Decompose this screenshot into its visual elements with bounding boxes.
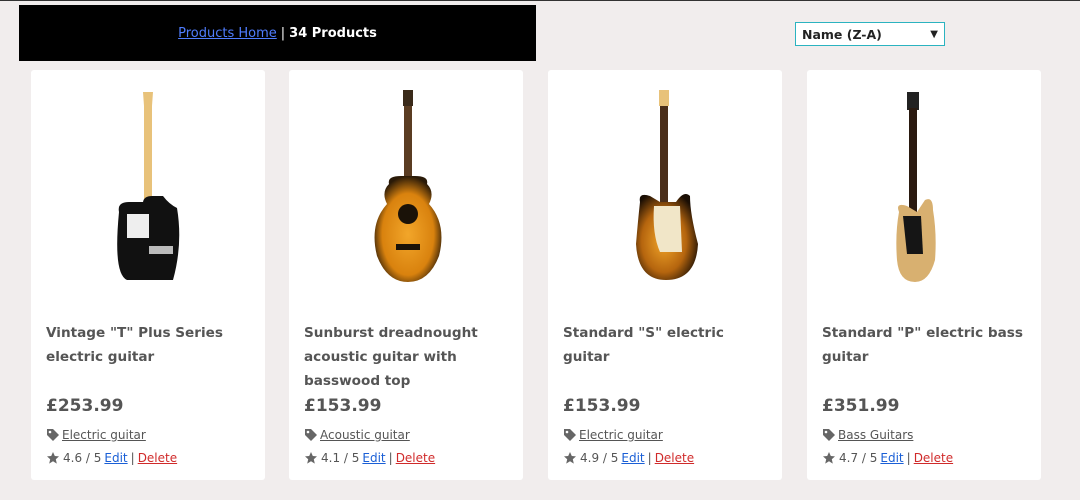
sort-select[interactable]: Name (Z-A) ▼ [795,22,945,46]
product-title: Standard "S" electric guitar [563,325,724,365]
product-rating: 4.6 / 5 [63,451,102,465]
product-meta: 4.1 / 5 Edit | Delete [304,451,435,465]
product-image[interactable] [807,84,1041,284]
star-icon [305,452,317,464]
product-category: Acoustic guitar [304,428,410,442]
star-icon [47,452,59,464]
product-image[interactable] [289,84,523,284]
category-link[interactable]: Electric guitar [579,428,663,442]
product-price: £253.99 [46,396,124,416]
edit-link[interactable]: Edit [362,451,385,465]
product-category: Electric guitar [46,428,146,442]
product-title: Vintage "T" Plus Series electric guitar [46,325,223,365]
star-icon [823,452,835,464]
product-meta: 4.7 / 5 Edit | Delete [822,451,953,465]
page-header: Products Home | 34 Products [19,5,536,61]
product-card[interactable]: Vintage "T" Plus Series electric guitar … [31,70,265,480]
action-separator: | [906,451,911,465]
action-separator: | [647,451,652,465]
tag-icon [823,429,835,441]
product-category: Electric guitar [563,428,663,442]
category-link[interactable]: Acoustic guitar [320,428,410,442]
product-image[interactable] [548,84,782,284]
edit-link[interactable]: Edit [621,451,644,465]
tag-icon [564,429,576,441]
product-price: £351.99 [822,396,900,416]
product-price: £153.99 [563,396,641,416]
product-category: Bass Guitars [822,428,913,442]
delete-link[interactable]: Delete [655,451,694,465]
delete-link[interactable]: Delete [138,451,177,465]
sort-selected-value: Name (Z-A) [802,26,882,42]
product-rating: 4.7 / 5 [839,451,878,465]
tag-icon [305,429,317,441]
product-card[interactable]: Sunburst dreadnought acoustic guitar wit… [289,70,523,480]
product-price: £153.99 [304,396,382,416]
product-meta: 4.9 / 5 Edit | Delete [563,451,694,465]
product-meta: 4.6 / 5 Edit | Delete [46,451,177,465]
product-card[interactable]: Standard "P" electric bass guitar £351.9… [807,70,1041,480]
delete-link[interactable]: Delete [396,451,435,465]
category-link[interactable]: Electric guitar [62,428,146,442]
product-count: 34 Products [289,25,377,41]
product-rating: 4.9 / 5 [580,451,619,465]
delete-link[interactable]: Delete [914,451,953,465]
category-link[interactable]: Bass Guitars [838,428,913,442]
product-rating: 4.1 / 5 [321,451,360,465]
action-separator: | [388,451,393,465]
product-title: Standard "P" electric bass guitar [822,325,1023,365]
product-title: Sunburst dreadnought acoustic guitar wit… [304,325,478,389]
product-card[interactable]: Standard "S" electric guitar £153.99 Ele… [548,70,782,480]
product-image[interactable] [31,84,265,284]
star-icon [564,452,576,464]
products-home-link[interactable]: Products Home [178,26,277,41]
action-separator: | [130,451,135,465]
edit-link[interactable]: Edit [880,451,903,465]
edit-link[interactable]: Edit [104,451,127,465]
tag-icon [47,429,59,441]
chevron-down-icon: ▼ [930,28,938,40]
header-separator: | [280,25,286,41]
